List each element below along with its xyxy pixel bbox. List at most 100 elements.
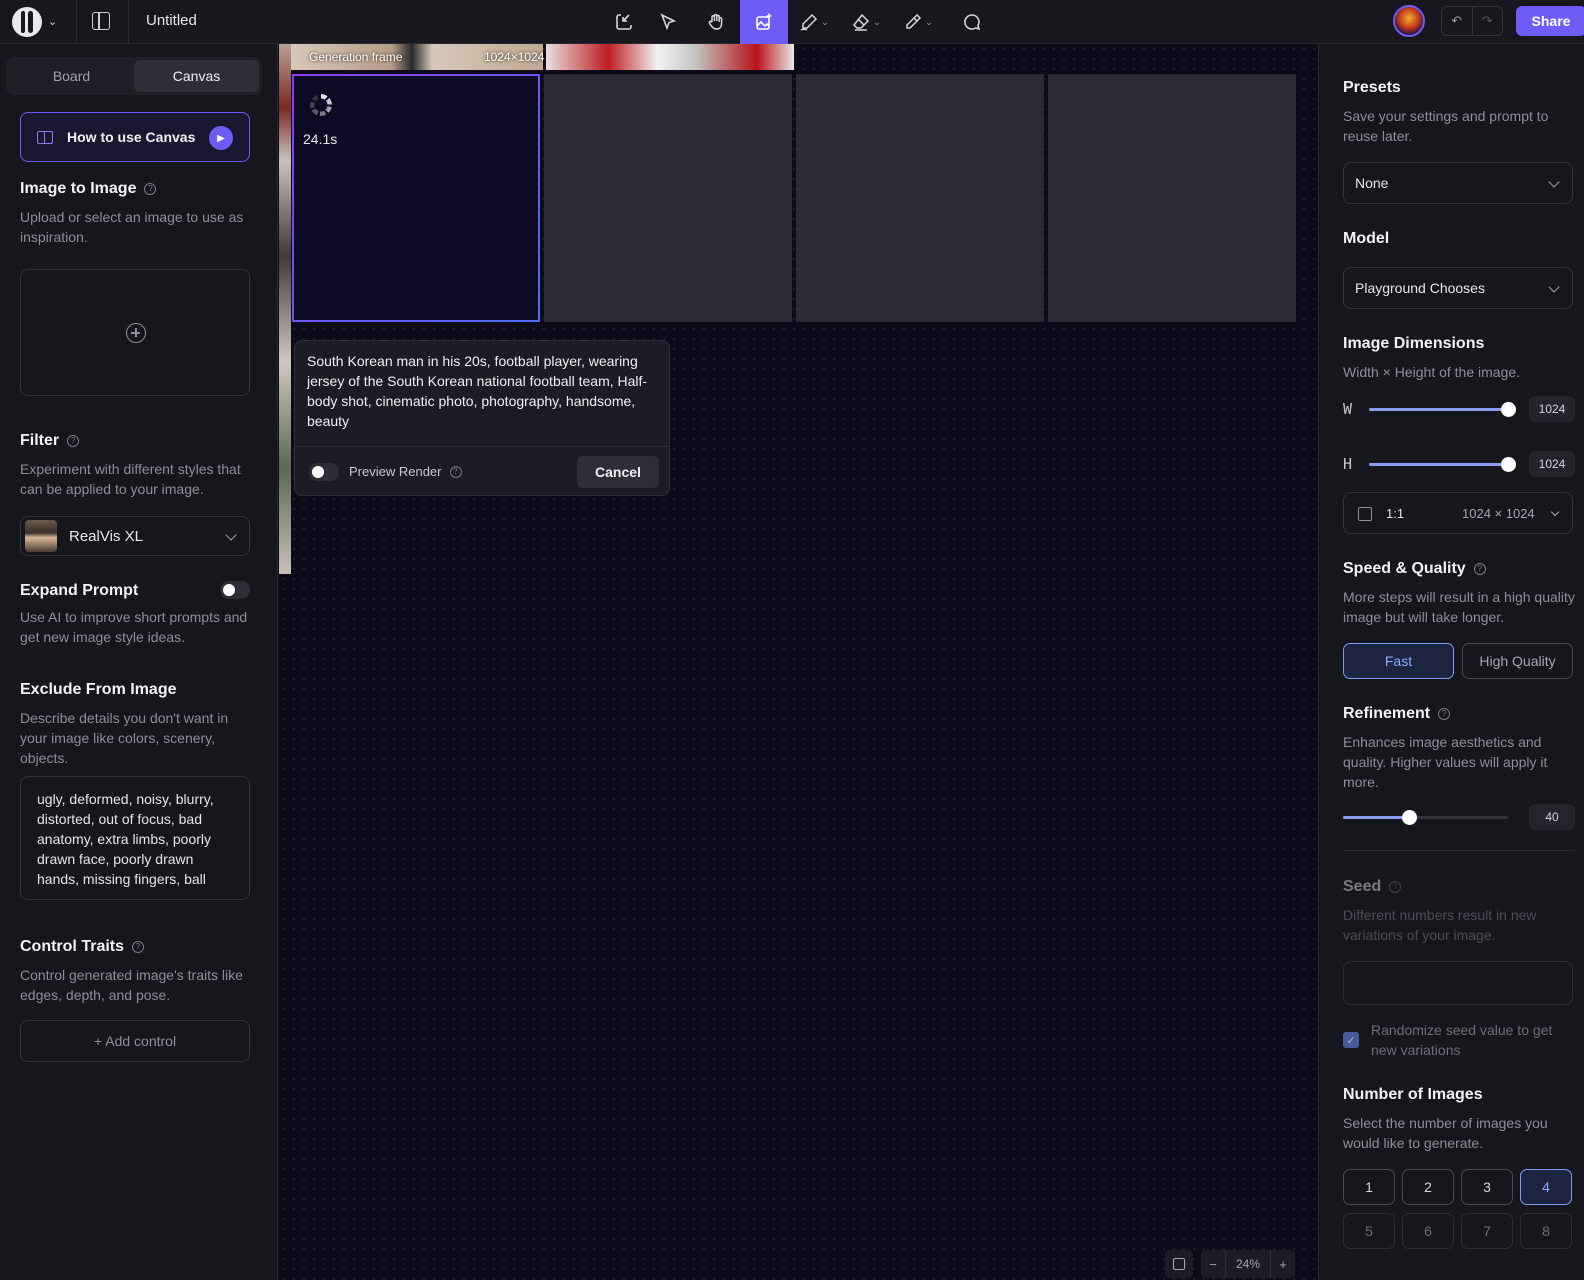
draw-tool-button[interactable]: ⌄: [792, 0, 836, 44]
high-quality-button[interactable]: High Quality: [1462, 643, 1573, 679]
image-sparkle-icon: [756, 13, 772, 30]
generation-frame-label: Generation frame: [309, 50, 403, 64]
image-to-image-desc: Upload or select an image to use as insp…: [20, 209, 244, 245]
user-avatar[interactable]: [1393, 5, 1425, 37]
pending-image-tile[interactable]: [1048, 74, 1296, 322]
help-icon[interactable]: ?: [144, 183, 157, 195]
section-title-text: Image to Image: [20, 180, 137, 197]
eraser-icon: [853, 13, 870, 31]
cancel-button[interactable]: Cancel: [577, 456, 659, 488]
document-title[interactable]: Untitled: [146, 12, 197, 29]
pen-icon: [906, 13, 922, 29]
import-tool-button[interactable]: [604, 0, 644, 44]
zoom-in-button[interactable]: +: [1271, 1250, 1295, 1278]
generate-tool-button[interactable]: [740, 0, 788, 44]
prompt-footer: Preview Render ? Cancel: [295, 446, 669, 496]
num-images-option-6[interactable]: 6: [1402, 1213, 1454, 1249]
num-images-option-2[interactable]: 2: [1402, 1169, 1454, 1205]
previous-image-strip[interactable]: [279, 44, 291, 574]
expand-prompt-toggle[interactable]: [220, 581, 250, 599]
tab-board[interactable]: Board: [9, 60, 134, 92]
model-select[interactable]: Playground Chooses: [1343, 267, 1573, 309]
add-control-button[interactable]: + Add control: [20, 1020, 250, 1062]
num-images-option-3[interactable]: 3: [1461, 1169, 1513, 1205]
width-axis-label: W: [1343, 400, 1353, 418]
generating-image-tile[interactable]: 24.1s: [292, 74, 540, 322]
num-images-option-7[interactable]: 7: [1461, 1213, 1513, 1249]
hand-icon: [708, 13, 723, 30]
num-images-option-8[interactable]: 8: [1520, 1213, 1572, 1249]
aspect-ratio-select[interactable]: 1:1 1024 × 1024: [1343, 492, 1573, 534]
select-tool-button[interactable]: [648, 0, 688, 44]
refinement-slider-handle[interactable]: [1402, 810, 1417, 825]
left-settings-panel: Board Canvas How to use Canvas ▶ Image t…: [0, 44, 278, 1280]
refinement-value[interactable]: 40: [1529, 804, 1575, 830]
eraser-tool-button[interactable]: ⌄: [844, 0, 888, 44]
sidebar-toggle-icon[interactable]: [92, 12, 110, 30]
help-icon[interactable]: ?: [449, 465, 462, 478]
previous-image[interactable]: Generation frame 1024×1024: [291, 44, 544, 70]
chevron-down-icon: ⌄: [925, 16, 933, 27]
previous-image[interactable]: [546, 44, 794, 70]
refinement-slider[interactable]: [1343, 810, 1508, 825]
undo-icon[interactable]: ↶: [1442, 7, 1472, 35]
height-value[interactable]: 1024: [1529, 451, 1575, 477]
loading-spinner-icon: [310, 94, 332, 116]
seed-desc: Different numbers result in new variatio…: [1343, 907, 1537, 943]
height-slider-row: H 1024: [1343, 450, 1575, 478]
width-slider-fill: [1369, 408, 1508, 411]
fit-to-screen-button[interactable]: [1165, 1250, 1193, 1278]
model-selected-value: Playground Chooses: [1355, 280, 1485, 296]
share-button[interactable]: Share: [1516, 6, 1584, 36]
redo-icon[interactable]: ↷: [1471, 7, 1503, 35]
aspect-ratio-label: 1:1: [1386, 506, 1405, 521]
section-title-text: Speed & Quality: [1343, 560, 1466, 577]
zoom-out-button[interactable]: −: [1201, 1250, 1225, 1278]
preview-render-toggle[interactable]: [309, 463, 339, 481]
prompt-input[interactable]: South Korean man in his 20s, football pl…: [307, 351, 663, 431]
fit-screen-icon: [1173, 1258, 1185, 1270]
preview-render-label: Preview Render ?: [349, 464, 462, 479]
how-to-use-canvas-button[interactable]: How to use Canvas ▶: [20, 112, 250, 162]
height-slider[interactable]: [1369, 457, 1516, 472]
fast-button[interactable]: Fast: [1343, 643, 1454, 679]
help-icon[interactable]: ?: [132, 941, 145, 953]
how-to-label: How to use Canvas: [67, 129, 196, 145]
width-slider-handle[interactable]: [1501, 402, 1516, 417]
help-icon[interactable]: ?: [1473, 563, 1486, 575]
width-value[interactable]: 1024: [1529, 396, 1575, 422]
pen-tool-button[interactable]: ⌄: [896, 0, 940, 44]
section-title-text: Control Traits: [20, 938, 125, 955]
chevron-down-icon: ⌄: [873, 16, 881, 27]
height-slider-handle[interactable]: [1501, 457, 1516, 472]
pending-image-tile[interactable]: [544, 74, 792, 322]
hand-tool-button[interactable]: [696, 0, 736, 44]
width-slider[interactable]: [1369, 402, 1516, 417]
comment-tool-button[interactable]: [952, 0, 992, 44]
seed-title: Seed ?: [1343, 878, 1402, 896]
filter-title: Filter ?: [20, 432, 80, 450]
filter-desc: Experiment with different styles that ca…: [20, 461, 241, 497]
presets-select[interactable]: None: [1343, 162, 1573, 204]
negative-prompt-input[interactable]: ugly, deformed, noisy, blurry, distorted…: [20, 776, 250, 900]
app-logo-icon[interactable]: [12, 7, 42, 37]
num-images-option-1[interactable]: 1: [1343, 1169, 1395, 1205]
zoom-level[interactable]: 24%: [1225, 1250, 1271, 1278]
num-images-option-4[interactable]: 4: [1520, 1169, 1572, 1205]
randomize-seed-checkbox[interactable]: ✓: [1343, 1032, 1359, 1048]
help-icon[interactable]: ?: [1389, 881, 1402, 893]
view-switcher: Board Canvas: [6, 57, 262, 95]
seed-input[interactable]: [1343, 961, 1573, 1005]
filter-select[interactable]: RealVis XL: [20, 516, 250, 556]
canvas-area[interactable]: Generation frame 1024×1024 24.1s South K…: [279, 44, 1318, 1280]
num-images-option-5[interactable]: 5: [1343, 1213, 1395, 1249]
book-icon: [37, 130, 53, 144]
help-icon[interactable]: ?: [1438, 708, 1451, 720]
chevron-down-icon[interactable]: ⌄: [48, 12, 62, 32]
pending-image-tile[interactable]: [796, 74, 1044, 322]
image-upload-dropzone[interactable]: [20, 269, 250, 396]
tab-canvas[interactable]: Canvas: [134, 60, 259, 92]
divider: [1343, 850, 1575, 851]
play-icon: ▶: [209, 126, 233, 150]
help-icon[interactable]: ?: [67, 435, 80, 447]
